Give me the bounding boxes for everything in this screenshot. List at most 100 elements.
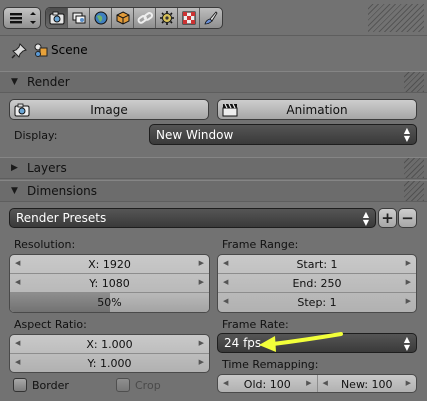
frame-range-fields: ◀ Start: 1 ▶ ◀ End: 250 ▶ ◀ Step: 1 ▶ <box>217 254 417 313</box>
aspect-ratio-label: Aspect Ratio: <box>14 318 87 331</box>
tab-texture[interactable] <box>178 8 200 28</box>
dropdown-arrows-icon: ▲ ▼ <box>403 335 410 352</box>
panel-collapsed-icon: ▶ <box>11 163 18 173</box>
decrement-arrow-icon[interactable]: ◀ <box>15 358 20 366</box>
time-remap-old-value: Old: 100 <box>243 378 291 391</box>
increment-arrow-icon[interactable]: ▶ <box>406 297 411 305</box>
properties-editor-icon <box>10 12 36 24</box>
aspect-y-field[interactable]: ◀ Y: 1.000 ▶ <box>10 354 209 372</box>
frame-start-field[interactable]: ◀ Start: 1 ▶ <box>218 255 416 274</box>
clapperboard-icon <box>222 103 238 117</box>
increment-arrow-icon[interactable]: ▶ <box>199 259 204 267</box>
increment-arrow-icon[interactable]: ▶ <box>199 278 204 286</box>
object-cube-icon <box>116 11 129 25</box>
render-image-label: Image <box>90 102 128 117</box>
decrement-arrow-icon[interactable]: ◀ <box>223 259 228 267</box>
border-checkbox[interactable] <box>13 378 27 392</box>
modifier-gear-icon <box>159 11 174 25</box>
tab-brush[interactable] <box>200 8 222 28</box>
frame-end-field[interactable]: ◀ End: 250 ▶ <box>218 274 416 293</box>
increment-arrow-icon[interactable]: ▶ <box>406 278 411 286</box>
time-remapping-fields: ◀ Old: 100 ▶ ◀ New: 100 ▶ <box>217 374 417 393</box>
render-presets-label: Render Presets <box>16 211 107 225</box>
render-panel-title: Render <box>27 75 70 89</box>
increment-arrow-icon[interactable]: ▶ <box>406 259 411 267</box>
frame-step-field[interactable]: ◀ Step: 1 ▶ <box>218 293 416 312</box>
minus-icon: − <box>401 209 414 227</box>
decrement-arrow-icon[interactable]: ◀ <box>323 379 328 387</box>
render-image-button[interactable]: Image <box>9 99 209 120</box>
brush-icon <box>204 11 218 25</box>
scene-icon <box>33 42 49 61</box>
tab-render-layers[interactable] <box>68 8 90 28</box>
decrement-arrow-icon[interactable]: ◀ <box>15 278 20 286</box>
decrement-arrow-icon[interactable]: ◀ <box>223 379 228 387</box>
panel-expanded-icon: ▼ <box>11 186 18 196</box>
dropdown-arrows-icon: ▲ ▼ <box>403 126 410 143</box>
scene-label: Scene <box>51 43 88 57</box>
render-camera-icon <box>49 11 64 25</box>
frame-range-label: Frame Range: <box>222 238 299 251</box>
increment-arrow-icon[interactable]: ▶ <box>306 379 311 387</box>
resolution-y-field[interactable]: ◀ Y: 1080 ▶ <box>10 274 209 293</box>
dimensions-panel-header[interactable]: ▼ Dimensions <box>0 180 427 202</box>
dimensions-panel-title: Dimensions <box>27 184 98 198</box>
resolution-x-field[interactable]: ◀ X: 1920 ▶ <box>10 255 209 274</box>
context-path: Scene <box>0 37 427 64</box>
time-remap-old-field[interactable]: ◀ Old: 100 ▶ <box>218 375 318 392</box>
resolution-label: Resolution: <box>14 238 76 251</box>
aspect-y-value: Y: 1.000 <box>87 357 132 370</box>
panel-expanded-icon: ▼ <box>11 77 18 87</box>
panel-drag-grip[interactable] <box>404 158 424 178</box>
tab-world[interactable] <box>90 8 112 28</box>
tab-constraints[interactable] <box>134 8 156 28</box>
time-remap-new-value: New: 100 <box>340 378 393 391</box>
world-icon <box>94 11 107 25</box>
decrement-arrow-icon[interactable]: ◀ <box>15 339 20 347</box>
aspect-x-field[interactable]: ◀ X: 1.000 ▶ <box>10 335 209 354</box>
remove-preset-button[interactable]: − <box>398 208 417 228</box>
display-label: Display: <box>14 129 58 142</box>
decrement-arrow-icon[interactable]: ◀ <box>223 297 228 305</box>
panel-drag-grip[interactable] <box>404 72 424 92</box>
panel-drag-grip[interactable] <box>404 181 424 201</box>
render-panel-header[interactable]: ▼ Render <box>0 71 427 93</box>
render-animation-label: Animation <box>286 102 348 117</box>
layers-panel-header[interactable]: ▶ Layers <box>0 157 427 179</box>
time-remapping-label: Time Remapping: <box>222 358 319 371</box>
context-tabs <box>45 7 223 29</box>
layers-panel-title: Layers <box>27 161 67 175</box>
pin-icon[interactable] <box>11 43 27 62</box>
header-resize-grip[interactable] <box>368 4 424 32</box>
resolution-y-value: Y: 1080 <box>89 276 130 290</box>
frame-end-value: End: 250 <box>292 276 342 290</box>
plus-icon: + <box>381 209 394 227</box>
increment-arrow-icon[interactable]: ▶ <box>199 339 204 347</box>
render-animation-button[interactable]: Animation <box>217 99 417 120</box>
increment-arrow-icon[interactable]: ▶ <box>406 379 411 387</box>
decrement-arrow-icon[interactable]: ◀ <box>223 278 228 286</box>
texture-checker-icon <box>182 11 195 25</box>
tab-render[interactable] <box>46 8 68 28</box>
tab-object[interactable] <box>112 8 134 28</box>
display-select[interactable]: New Window ▲ ▼ <box>149 124 417 145</box>
resolution-percentage-slider[interactable]: 50% <box>10 293 209 312</box>
display-value: New Window <box>156 127 234 142</box>
slider-fill <box>10 293 110 312</box>
add-preset-button[interactable]: + <box>378 208 397 228</box>
render-layers-icon <box>72 12 85 24</box>
crop-checkbox[interactable] <box>116 378 130 392</box>
frame-step-value: Step: 1 <box>297 296 337 309</box>
tab-modifiers[interactable] <box>156 8 178 28</box>
constraints-chain-icon <box>137 12 153 24</box>
aspect-ratio-fields: ◀ X: 1.000 ▶ ◀ Y: 1.000 ▶ <box>9 334 210 373</box>
time-remap-new-field[interactable]: ◀ New: 100 ▶ <box>318 375 417 392</box>
render-presets-select[interactable]: Render Presets ▲ ▼ <box>9 208 376 228</box>
frame-start-value: Start: 1 <box>296 257 338 271</box>
border-label: Border <box>32 379 69 392</box>
editor-type-button[interactable] <box>3 7 41 29</box>
resolution-x-value: X: 1920 <box>88 257 131 271</box>
increment-arrow-icon[interactable]: ▶ <box>199 358 204 366</box>
highlight-arrow-icon <box>259 332 343 352</box>
decrement-arrow-icon[interactable]: ◀ <box>15 259 20 267</box>
